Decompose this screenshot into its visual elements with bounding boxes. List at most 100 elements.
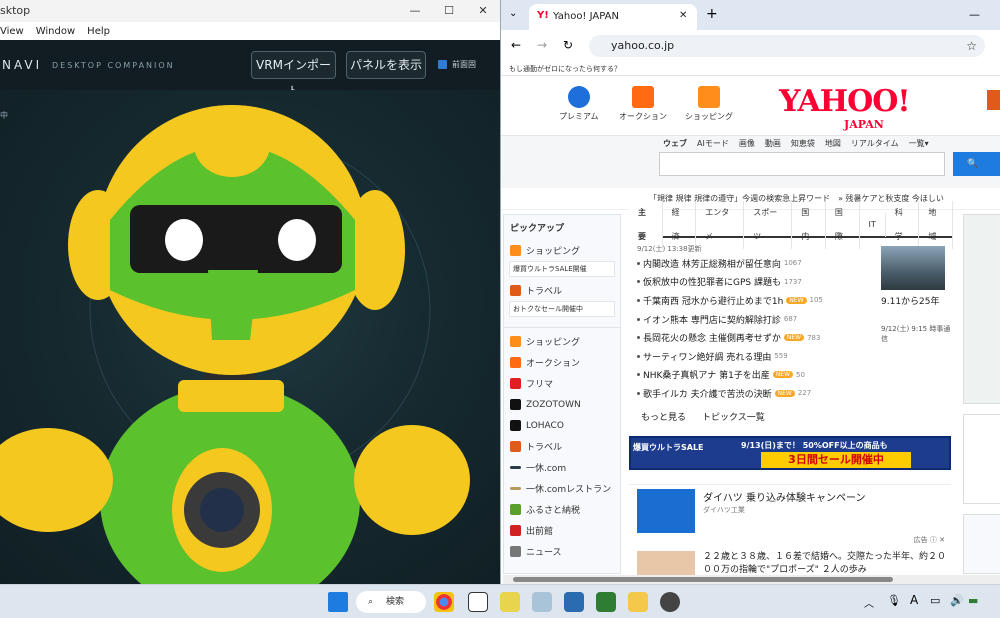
- news-tab-domestic[interactable]: 国内: [792, 201, 826, 249]
- search-button[interactable]: 🔍: [953, 152, 1000, 176]
- eye-icon[interactable]: [532, 592, 552, 612]
- battery-icon[interactable]: ▬: [968, 594, 978, 607]
- news-tab-science[interactable]: 科学: [886, 201, 920, 249]
- chatgpt-icon[interactable]: [468, 592, 488, 612]
- search-tab-all[interactable]: 一覧▾: [909, 138, 929, 149]
- file-explorer-icon[interactable]: [628, 592, 648, 612]
- news-tab-sports[interactable]: スポーツ: [744, 201, 793, 249]
- news-item[interactable]: 仮釈放中の性犯罪者にGPS 課題も 1737: [637, 273, 877, 292]
- service-link[interactable]: オークション: [504, 352, 620, 373]
- search-tab-chiebukuro[interactable]: 知恵袋: [791, 138, 815, 149]
- search-tab-web[interactable]: ウェブ: [663, 138, 687, 149]
- tab-list-icon[interactable]: ⌄: [509, 8, 517, 19]
- news-tab-it[interactable]: IT: [860, 213, 886, 237]
- menu-window[interactable]: Window: [36, 26, 75, 37]
- service-link[interactable]: トラベル: [504, 436, 620, 457]
- travel-icon[interactable]: [987, 90, 1000, 110]
- minimize-button[interactable]: —: [398, 0, 432, 22]
- search-tab-map[interactable]: 地図: [825, 138, 841, 149]
- reload-icon[interactable]: ↻: [563, 38, 573, 52]
- pickup-shopping-sub[interactable]: 爆買ウルトラSALE開催: [509, 261, 615, 277]
- news-item[interactable]: 長岡花火の懸念 主催側再考せずか NEW 783: [637, 328, 877, 347]
- service-link[interactable]: ふるさと納税: [504, 499, 620, 520]
- service-link[interactable]: LOHACO: [504, 415, 620, 436]
- menu-view[interactable]: View: [0, 26, 24, 37]
- close-button[interactable]: ✕: [466, 0, 500, 22]
- service-link[interactable]: ZOZOTOWN: [504, 394, 620, 415]
- news-photo[interactable]: [881, 246, 945, 290]
- news-tab-local[interactable]: 地域: [919, 201, 953, 249]
- new-tab-button[interactable]: +: [706, 6, 718, 22]
- pickup-shopping[interactable]: ショッピング: [504, 240, 620, 261]
- news-item[interactable]: 歌手イルカ 夫介護で苦渋の決断 NEW 227: [637, 384, 877, 403]
- menu-help[interactable]: Help: [87, 26, 110, 37]
- battery-status-icon[interactable]: ▭: [930, 594, 940, 607]
- news-tab-entertainment[interactable]: エンタメ: [696, 201, 745, 249]
- service-premium[interactable]: プレミアム: [559, 86, 598, 122]
- show-panel-button[interactable]: パネルを表示: [346, 51, 426, 79]
- service-link[interactable]: 出前館: [504, 520, 620, 541]
- bookmark-star-icon[interactable]: ☆: [966, 35, 977, 57]
- maximize-button[interactable]: ☐: [432, 0, 466, 22]
- service-link[interactable]: ショッピング: [504, 331, 620, 352]
- ad-label[interactable]: 広告 ⓘ ✕: [914, 535, 945, 545]
- taskbar-search[interactable]: ⌕ 検索: [356, 591, 426, 613]
- news-item[interactable]: イオン熊本 専門店に契約解除打診 687: [637, 310, 877, 329]
- back-icon[interactable]: ←: [511, 38, 521, 52]
- login-box[interactable]: [963, 414, 1000, 504]
- news-photo-caption[interactable]: 9.11から25年: [881, 294, 951, 307]
- news-item[interactable]: 千葉南西 冠水から避行止めまで1h NEW 105: [637, 291, 877, 310]
- ad-image[interactable]: [637, 489, 695, 533]
- pickup-travel-sub[interactable]: おトクなセール開催中: [509, 301, 615, 317]
- microphone-icon[interactable]: 🎙: [887, 594, 901, 607]
- tab-close-icon[interactable]: ✕: [679, 10, 687, 21]
- shark-icon[interactable]: [564, 592, 584, 612]
- news-item[interactable]: NHK桑子真帆アナ 第1子を出産 NEW 50: [637, 366, 877, 385]
- robot-avatar[interactable]: [0, 90, 500, 584]
- companion-app-icon[interactable]: [660, 592, 680, 612]
- ikyu-restaurant-icon: [510, 487, 521, 490]
- search-tab-realtime[interactable]: リアルタイム: [851, 138, 899, 149]
- service-link[interactable]: 一休.comレストラン: [504, 478, 620, 499]
- service-shopping[interactable]: ショッピング: [685, 86, 733, 122]
- chrome-icon[interactable]: [434, 592, 454, 612]
- news-item[interactable]: サーティワン絶好調 売れる理由 559: [637, 347, 877, 366]
- search-tab-video[interactable]: 動画: [765, 138, 781, 149]
- service-link[interactable]: ニュース: [504, 541, 620, 562]
- ad2-text[interactable]: ２２歳と３８歳、１６差で結婚へ。交際たった半年、約２０００万の指輪で"プロポーズ…: [703, 551, 953, 577]
- news-tab-main[interactable]: 主要: [629, 201, 663, 249]
- avatar-stage[interactable]: 中: [0, 90, 500, 584]
- service-link[interactable]: 一休.com: [504, 457, 620, 478]
- scrollbar-thumb[interactable]: [513, 577, 893, 582]
- minimize-button[interactable]: —: [969, 8, 980, 21]
- volume-icon[interactable]: 🔊: [950, 594, 964, 607]
- ime-icon[interactable]: A: [910, 593, 918, 607]
- topics-list-link[interactable]: トピックス一覧: [702, 410, 765, 423]
- news-tab-economy[interactable]: 経済: [663, 201, 697, 249]
- chevron-up-icon[interactable]: ︿: [864, 595, 874, 610]
- news-more-link[interactable]: もっと見る: [641, 410, 686, 423]
- service-link[interactable]: フリマ: [504, 373, 620, 394]
- address-input[interactable]: yahoo.co.jp ☆: [589, 35, 985, 57]
- search-tab-image[interactable]: 画像: [739, 138, 755, 149]
- always-on-top-checkbox[interactable]: [438, 60, 447, 69]
- news-item[interactable]: 内閣改造 林芳正総務相が留任意向 1067: [637, 254, 877, 273]
- eye-app-icon[interactable]: [596, 592, 616, 612]
- notepad-icon[interactable]: [500, 592, 520, 612]
- service-label: プレミアム: [559, 112, 599, 121]
- sale-banner[interactable]: 爆買ウルトラSALE 9/13(日)まで！ 50%OFF以上の商品も 3日間セー…: [629, 436, 951, 470]
- pickup-travel[interactable]: トラベル: [504, 280, 620, 301]
- vrm-import-button[interactable]: VRMインポート: [251, 51, 336, 98]
- notice-link[interactable]: もし通勤がゼロになったら何する？: [509, 64, 621, 74]
- yahoo-logo[interactable]: YAHOO!: [779, 84, 911, 119]
- forward-icon[interactable]: →: [537, 38, 547, 52]
- service-auction[interactable]: オークション: [619, 86, 667, 122]
- side-ad[interactable]: [963, 214, 1000, 404]
- horizontal-scrollbar[interactable]: [503, 575, 1000, 584]
- ad-title[interactable]: ダイハツ 乗り込み体験キャンペーン: [703, 489, 865, 504]
- search-tab-ai[interactable]: AIモード: [697, 138, 729, 149]
- start-icon[interactable]: [328, 592, 348, 612]
- search-input[interactable]: [659, 152, 945, 176]
- tab-yahoo[interactable]: Y! Yahoo! JAPAN ✕: [529, 4, 697, 30]
- news-tab-international[interactable]: 国際: [826, 201, 860, 249]
